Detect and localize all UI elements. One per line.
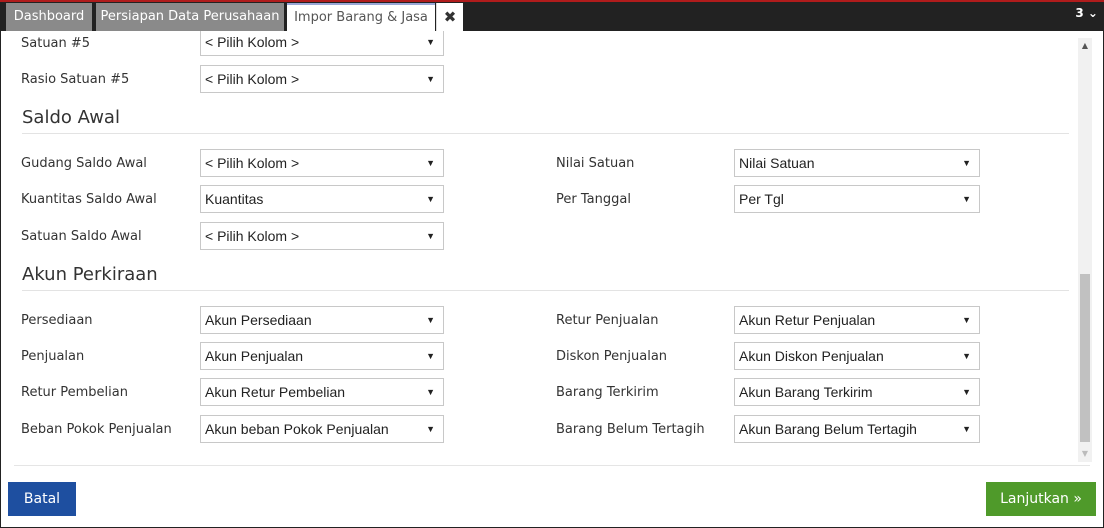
select-value: Akun Retur Penjualan xyxy=(739,312,876,328)
select-value: Per Tgl xyxy=(739,191,784,207)
dropdown-caret-icon: ▼ xyxy=(426,424,435,434)
dropdown-caret-icon: ▼ xyxy=(426,37,435,47)
select-per-tanggal[interactable]: Per Tgl ▼ xyxy=(734,185,980,213)
dropdown-caret-icon: ▼ xyxy=(962,194,971,204)
tab-persiapan-data-perusahaan[interactable]: Persiapan Data Perusahaan xyxy=(96,3,284,31)
dropdown-caret-icon: ▼ xyxy=(426,315,435,325)
field-label-nilai-satuan: Nilai Satuan xyxy=(556,156,635,171)
select-akun-retur-pembelian[interactable]: Akun Retur Pembelian ▼ xyxy=(200,378,444,406)
select-value: Akun Diskon Penjualan xyxy=(739,348,884,364)
next-button[interactable]: Lanjutkan » xyxy=(986,482,1096,516)
dropdown-caret-icon: ▼ xyxy=(962,424,971,434)
vertical-scrollbar[interactable]: ▲ ▼ xyxy=(1078,38,1092,462)
select-value: Akun beban Pokok Penjualan xyxy=(205,421,389,437)
select-value: < Pilih Kolom > xyxy=(205,228,300,244)
select-value: Akun Retur Pembelian xyxy=(205,384,346,400)
select-rasio-satuan-5[interactable]: < Pilih Kolom > ▼ xyxy=(200,65,444,93)
dropdown-caret-icon: ▼ xyxy=(426,194,435,204)
dropdown-caret-icon: ▼ xyxy=(426,351,435,361)
select-value: Akun Penjualan xyxy=(205,348,304,364)
field-label-kuantitas-saldo-awal: Kuantitas Saldo Awal xyxy=(21,192,157,207)
tab-impor-barang-jasa[interactable]: Impor Barang & Jasa xyxy=(287,3,435,31)
dropdown-caret-icon: ▼ xyxy=(962,387,971,397)
field-label-barang-terkirim: Barang Terkirim xyxy=(556,385,659,400)
select-value: Kuantitas xyxy=(205,191,264,207)
select-value: < Pilih Kolom > xyxy=(205,34,300,50)
select-akun-penjualan[interactable]: Akun Penjualan ▼ xyxy=(200,342,444,370)
select-akun-barang-terkirim[interactable]: Akun Barang Terkirim ▼ xyxy=(734,378,980,406)
select-satuan-saldo-awal[interactable]: < Pilih Kolom > ▼ xyxy=(200,222,444,250)
open-tabs-count[interactable]: 3 ⌄ xyxy=(1075,6,1098,20)
field-label-retur-pembelian: Retur Pembelian xyxy=(21,385,128,400)
field-label-persediaan: Persediaan xyxy=(21,313,93,328)
dropdown-caret-icon: ▼ xyxy=(962,315,971,325)
section-divider xyxy=(22,133,1069,134)
field-label-per-tanggal: Per Tanggal xyxy=(556,192,631,207)
scrollbar-thumb[interactable] xyxy=(1080,274,1090,442)
dropdown-caret-icon: ▼ xyxy=(426,387,435,397)
select-akun-barang-belum-tertagih[interactable]: Akun Barang Belum Tertagih ▼ xyxy=(734,415,980,443)
field-label-retur-penjualan: Retur Penjualan xyxy=(556,313,659,328)
dropdown-caret-icon: ▼ xyxy=(962,351,971,361)
footer-divider xyxy=(14,465,1090,466)
section-title-saldo-awal: Saldo Awal xyxy=(22,107,120,128)
select-value: Nilai Satuan xyxy=(739,155,815,171)
form-content: Satuan #5 < Pilih Kolom > ▼ Rasio Satuan… xyxy=(1,31,1077,466)
field-label-satuan-5: Satuan #5 xyxy=(21,36,91,51)
close-tab-icon[interactable]: ✖ xyxy=(436,3,463,31)
field-label-gudang-saldo-awal: Gudang Saldo Awal xyxy=(21,156,147,171)
field-label-satuan-saldo-awal: Satuan Saldo Awal xyxy=(21,229,142,244)
cancel-button[interactable]: Batal xyxy=(8,482,76,516)
field-label-barang-belum-tertagih: Barang Belum Tertagih xyxy=(556,422,705,437)
field-label-rasio-satuan-5: Rasio Satuan #5 xyxy=(21,72,130,87)
select-value: Akun Persediaan xyxy=(205,312,312,328)
scroll-up-arrow-icon[interactable]: ▲ xyxy=(1078,38,1092,54)
tab-bar: Dashboard Persiapan Data Perusahaan Impo… xyxy=(0,0,1104,31)
select-kuantitas-saldo-awal[interactable]: Kuantitas ▼ xyxy=(200,185,444,213)
section-divider xyxy=(22,290,1069,291)
select-akun-retur-penjualan[interactable]: Akun Retur Penjualan ▼ xyxy=(734,306,980,334)
field-label-diskon-penjualan: Diskon Penjualan xyxy=(556,349,668,364)
section-title-akun-perkiraan: Akun Perkiraan xyxy=(22,264,158,285)
select-akun-persediaan[interactable]: Akun Persediaan ▼ xyxy=(200,306,444,334)
select-value: < Pilih Kolom > xyxy=(205,71,300,87)
select-gudang-saldo-awal[interactable]: < Pilih Kolom > ▼ xyxy=(200,149,444,177)
dropdown-caret-icon: ▼ xyxy=(426,74,435,84)
scroll-down-arrow-icon[interactable]: ▼ xyxy=(1078,446,1092,462)
select-value: Akun Barang Belum Tertagih xyxy=(739,421,917,437)
field-label-beban-pokok-penjualan: Beban Pokok Penjualan xyxy=(21,422,172,437)
select-nilai-satuan[interactable]: Nilai Satuan ▼ xyxy=(734,149,980,177)
select-akun-beban-pokok-penjualan[interactable]: Akun beban Pokok Penjualan ▼ xyxy=(200,415,444,443)
field-label-penjualan: Penjualan xyxy=(21,349,85,364)
dropdown-caret-icon: ▼ xyxy=(426,231,435,241)
tab-dashboard[interactable]: Dashboard xyxy=(6,3,92,31)
dropdown-caret-icon: ▼ xyxy=(962,158,971,168)
select-value: Akun Barang Terkirim xyxy=(739,384,873,400)
select-value: < Pilih Kolom > xyxy=(205,155,300,171)
select-satuan-5[interactable]: < Pilih Kolom > ▼ xyxy=(200,31,444,56)
select-akun-diskon-penjualan[interactable]: Akun Diskon Penjualan ▼ xyxy=(734,342,980,370)
dropdown-caret-icon: ▼ xyxy=(426,158,435,168)
